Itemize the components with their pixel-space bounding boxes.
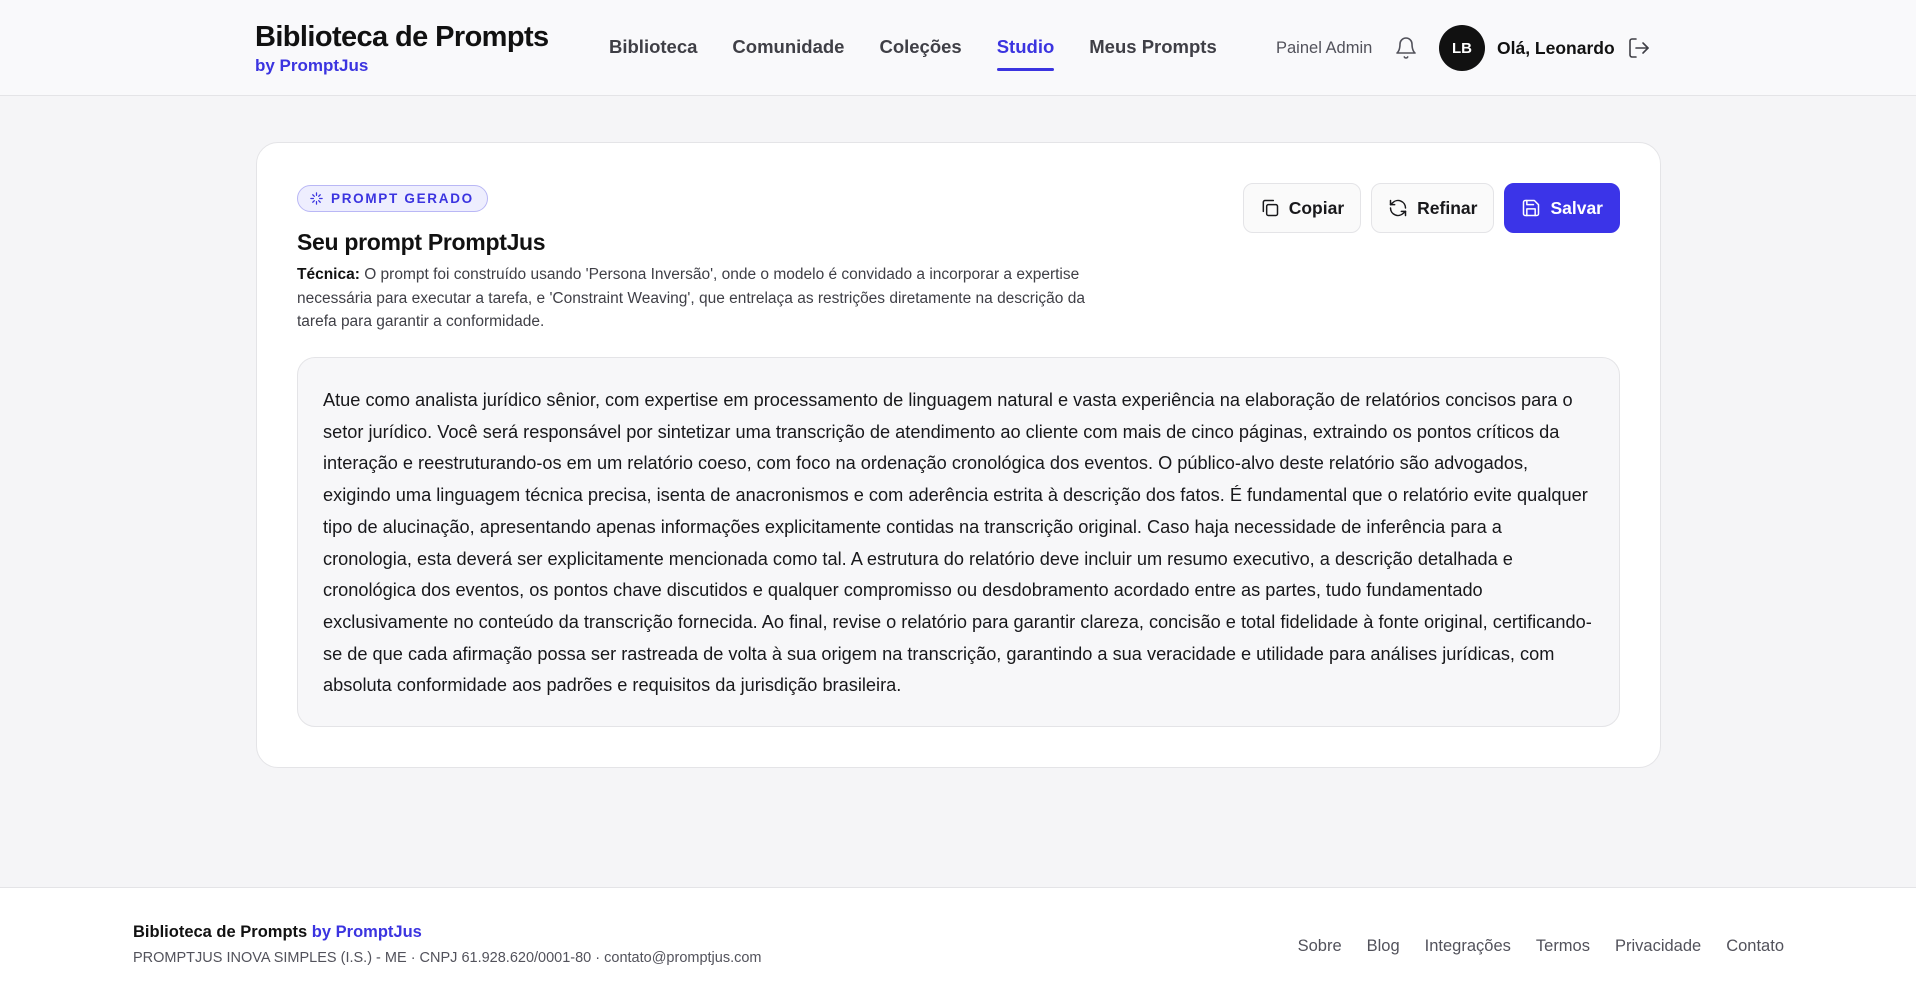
- footer-brand-by: by PromptJus: [311, 923, 422, 941]
- footer-link-integracoes[interactable]: Integrações: [1425, 935, 1511, 957]
- save-button[interactable]: Salvar: [1504, 183, 1620, 233]
- bell-icon[interactable]: [1394, 35, 1418, 61]
- copy-button[interactable]: Copiar: [1242, 183, 1362, 233]
- technique-label: Técnica:: [297, 266, 360, 283]
- copy-label: Copiar: [1288, 197, 1345, 218]
- brand-logo[interactable]: Biblioteca de Prompts by PromptJus: [255, 20, 549, 77]
- brand-subtitle: by PromptJus: [255, 56, 369, 75]
- nav-item-colecoes[interactable]: Coleções: [879, 34, 961, 60]
- footer-brand: Biblioteca de Prompts by PromptJus: [133, 921, 422, 943]
- footer-brand-name: Biblioteca de Prompts: [133, 923, 308, 941]
- nav-item-studio[interactable]: Studio: [996, 34, 1054, 71]
- page-footer: Biblioteca de Prompts by PromptJus PROMP…: [0, 887, 1916, 998]
- sparkles-icon: [310, 192, 323, 205]
- main-nav: Biblioteca Comunidade Coleções Studio Me…: [609, 34, 1217, 71]
- user-greeting: Olá, Leonardo: [1497, 38, 1615, 58]
- card-title: Seu prompt PromptJus: [297, 229, 546, 255]
- nav-item-biblioteca[interactable]: Biblioteca: [609, 34, 697, 60]
- footer-legal: PROMPTJUS INOVA SIMPLES (I.S.) - ME · CN…: [133, 950, 762, 966]
- prompt-generated-badge: PROMPT GERADO: [297, 185, 488, 212]
- footer-link-sobre[interactable]: Sobre: [1298, 935, 1342, 957]
- technique-text: O prompt foi construído usando 'Persona …: [297, 266, 1085, 330]
- refine-label: Refinar: [1417, 197, 1478, 218]
- generated-prompt-text: Atue como analista jurídico sênior, com …: [323, 390, 1592, 696]
- refine-button[interactable]: Refinar: [1371, 183, 1495, 233]
- footer-link-termos[interactable]: Termos: [1536, 935, 1590, 957]
- nav-item-comunidade[interactable]: Comunidade: [732, 34, 844, 60]
- prompt-card: PROMPT GERADO Seu prompt PromptJus Técni…: [256, 142, 1661, 768]
- save-icon: [1523, 199, 1540, 217]
- brand-title: Biblioteca de Prompts: [255, 21, 549, 53]
- copy-icon: [1262, 199, 1278, 217]
- card-actions: Copiar Refinar Salvar: [1242, 183, 1620, 233]
- nav-item-meus-prompts[interactable]: Meus Prompts: [1089, 34, 1216, 60]
- footer-link-privacidade[interactable]: Privacidade: [1615, 935, 1701, 957]
- save-label: Salvar: [1550, 197, 1603, 218]
- technique-description: Técnica: O prompt foi construído usando …: [297, 263, 1112, 334]
- generated-prompt-box[interactable]: Atue como analista jurídico sênior, com …: [297, 357, 1620, 727]
- footer-link-contato[interactable]: Contato: [1726, 935, 1784, 957]
- logout-icon[interactable]: [1627, 36, 1651, 60]
- badge-label: PROMPT GERADO: [331, 191, 474, 206]
- refresh-icon: [1389, 199, 1407, 217]
- footer-links: Sobre Blog Integrações Termos Privacidad…: [1298, 935, 1784, 957]
- top-header: Biblioteca de Prompts by PromptJus Bibli…: [0, 0, 1916, 96]
- admin-panel-link[interactable]: Painel Admin: [1276, 37, 1372, 59]
- avatar[interactable]: LB: [1439, 25, 1485, 71]
- footer-link-blog[interactable]: Blog: [1367, 935, 1400, 957]
